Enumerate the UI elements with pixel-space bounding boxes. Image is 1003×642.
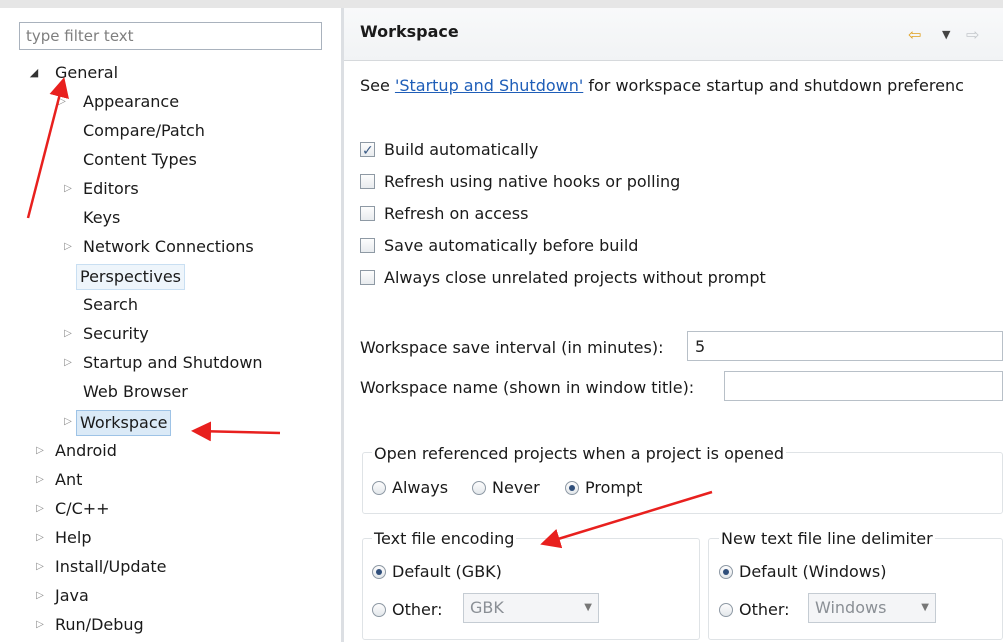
page-title: Workspace xyxy=(360,22,459,41)
radio-label: Other: xyxy=(739,600,790,619)
navigation-buttons: ⇦ ▼ ⇨ xyxy=(908,24,998,46)
encoding-combo[interactable]: GBK ▼ xyxy=(463,593,599,623)
collapsed-triangle-icon[interactable]: ▷ xyxy=(62,321,74,347)
checkbox-unchecked-icon[interactable] xyxy=(360,206,375,221)
chevron-down-icon[interactable]: ▼ xyxy=(584,594,592,622)
window-top-border xyxy=(0,0,1003,8)
collapsed-triangle-icon[interactable]: ▷ xyxy=(34,438,46,464)
tree-item-label: Ant xyxy=(55,470,83,489)
tree-item-label: C/C++ xyxy=(55,499,110,518)
checkbox-unchecked-icon[interactable] xyxy=(360,238,375,253)
dropdown-icon[interactable]: ▼ xyxy=(942,24,950,46)
collapsed-triangle-icon[interactable]: ▷ xyxy=(34,525,46,551)
description-suffix: for workspace startup and shutdown prefe… xyxy=(583,76,964,95)
radio-off-icon[interactable] xyxy=(472,481,486,495)
workspace-name-label: Workspace name (shown in window title): xyxy=(360,378,695,397)
collapsed-triangle-icon[interactable]: ▷ xyxy=(56,89,68,115)
tree-item-label: Help xyxy=(55,528,92,547)
tree-item-label: Search xyxy=(83,295,138,314)
checkbox-unchecked-icon[interactable] xyxy=(360,174,375,189)
filter-input[interactable] xyxy=(20,23,321,49)
workspace-preference-page: Workspace ⇦ ▼ ⇨ See 'Startup and Shutdow… xyxy=(344,8,1003,642)
filter-field[interactable] xyxy=(19,22,322,50)
checkbox-label: Always close unrelated projects without … xyxy=(384,268,766,287)
expanded-triangle-icon[interactable]: ◢ xyxy=(28,60,40,86)
tree-item-label: Compare/Patch xyxy=(83,121,205,140)
tree-item-label: Java xyxy=(55,586,89,605)
tree-item-label: Editors xyxy=(83,179,139,198)
preferences-window: ◢ General ▷ Appearance Compare/Patch Con… xyxy=(0,0,1003,642)
tree-item-label: Startup and Shutdown xyxy=(83,353,263,372)
checkbox-checked-icon[interactable] xyxy=(360,139,375,163)
tree-item-label: Install/Update xyxy=(55,557,167,576)
text-encoding-group xyxy=(362,538,700,640)
collapsed-triangle-icon[interactable]: ▷ xyxy=(34,496,46,522)
checkbox-label: Build automatically xyxy=(384,140,539,159)
save-interval-field[interactable] xyxy=(687,331,1003,361)
collapsed-triangle-icon[interactable]: ▷ xyxy=(34,583,46,609)
collapsed-triangle-icon[interactable]: ▷ xyxy=(62,409,74,435)
save-interval-input[interactable] xyxy=(688,332,1002,360)
radio-label: Default (Windows) xyxy=(739,562,887,581)
tree-item-label: Content Types xyxy=(83,150,197,169)
combo-value: GBK xyxy=(470,598,504,617)
tree-item-label: Keys xyxy=(83,208,121,227)
radio-label: Other: xyxy=(392,600,443,619)
radio-label: Always xyxy=(392,478,449,497)
radio-off-icon[interactable] xyxy=(372,481,386,495)
text-encoding-label: Text file encoding xyxy=(372,529,517,548)
save-interval-label: Workspace save interval (in minutes): xyxy=(360,338,664,357)
open-referenced-label: Open referenced projects when a project … xyxy=(372,444,787,463)
radio-on-icon[interactable] xyxy=(719,565,733,579)
collapsed-triangle-icon[interactable]: ▷ xyxy=(34,612,46,638)
workspace-name-field[interactable] xyxy=(724,371,1003,401)
collapsed-triangle-icon[interactable]: ▷ xyxy=(62,350,74,376)
tree-item-label: Run/Debug xyxy=(55,615,144,634)
tree-item-label: Workspace xyxy=(76,410,172,436)
tree-item-label: Web Browser xyxy=(83,382,188,401)
radio-on-icon[interactable] xyxy=(565,481,579,495)
preferences-tree-pane: ◢ General ▷ Appearance Compare/Patch Con… xyxy=(0,8,341,642)
radio-label: Never xyxy=(492,478,540,497)
delimiter-combo[interactable]: Windows ▼ xyxy=(808,593,936,623)
radio-off-icon[interactable] xyxy=(719,603,733,617)
collapsed-triangle-icon[interactable]: ▷ xyxy=(62,176,74,202)
chevron-down-icon[interactable]: ▼ xyxy=(921,594,929,622)
collapsed-triangle-icon[interactable]: ▷ xyxy=(62,234,74,260)
page-header: Workspace ⇦ ▼ ⇨ xyxy=(344,8,1003,61)
radio-off-icon[interactable] xyxy=(372,603,386,617)
tree-item-label: Network Connections xyxy=(83,237,254,256)
radio-on-icon[interactable] xyxy=(372,565,386,579)
combo-value: Windows xyxy=(815,598,887,617)
tree-item-label: General xyxy=(55,63,119,82)
tree-item-label: Security xyxy=(83,324,149,343)
forward-arrow-icon[interactable]: ⇨ xyxy=(966,24,979,46)
tree-item-label: Perspectives xyxy=(76,264,185,290)
radio-label: Prompt xyxy=(585,478,643,497)
workspace-name-input[interactable] xyxy=(725,372,1002,400)
checkbox-label: Save automatically before build xyxy=(384,236,639,255)
line-delimiter-label: New text file line delimiter xyxy=(719,529,935,548)
collapsed-triangle-icon[interactable]: ▷ xyxy=(34,467,46,493)
checkbox-unchecked-icon[interactable] xyxy=(360,270,375,285)
checkbox-label: Refresh using native hooks or polling xyxy=(384,172,681,191)
tree-item-label: Appearance xyxy=(83,92,180,111)
tree-item-label: Android xyxy=(55,441,117,460)
startup-shutdown-link[interactable]: 'Startup and Shutdown' xyxy=(395,76,583,95)
radio-label: Default (GBK) xyxy=(392,562,502,581)
back-arrow-icon[interactable]: ⇦ xyxy=(908,24,921,46)
line-delimiter-group xyxy=(708,538,1003,640)
collapsed-triangle-icon[interactable]: ▷ xyxy=(34,554,46,580)
description-prefix: See xyxy=(360,76,395,95)
page-description: See 'Startup and Shutdown' for workspace… xyxy=(360,76,964,95)
checkbox-label: Refresh on access xyxy=(384,204,529,223)
